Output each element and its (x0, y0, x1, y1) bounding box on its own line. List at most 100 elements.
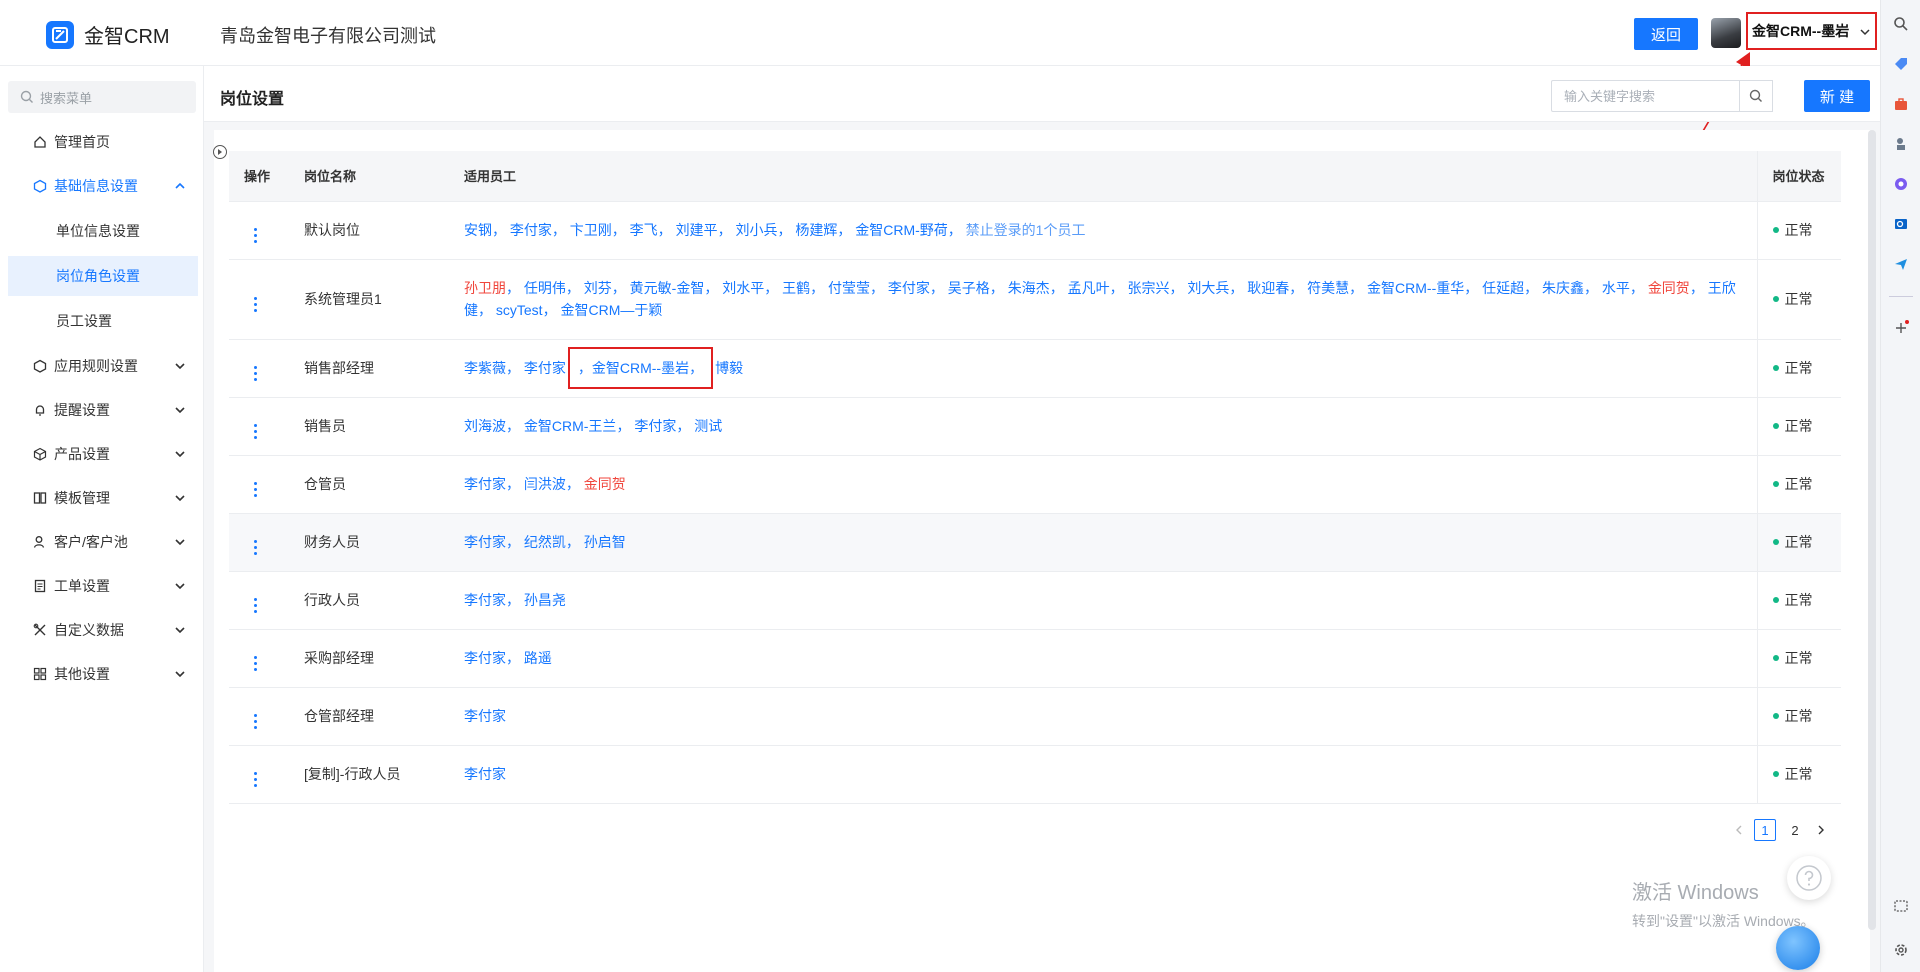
employee-link[interactable]: 刘芬 (584, 280, 612, 296)
disabled-employees-link[interactable]: 禁止登录的1个员工 (966, 222, 1086, 238)
employee-link[interactable]: 李付家 (464, 476, 506, 492)
employee-link[interactable]: 朱庆鑫 (1542, 280, 1584, 296)
employee-link[interactable]: 李付家 (888, 280, 930, 296)
employee-link[interactable]: 李付家 (464, 534, 506, 550)
chat-assistant-button[interactable] (1776, 926, 1820, 970)
send-icon[interactable] (1891, 254, 1911, 274)
employee-link[interactable]: 李付家 (524, 360, 566, 376)
employee-link[interactable]: 刘建平 (676, 222, 718, 238)
sidebar-item-other[interactable]: 其他设置 (8, 655, 198, 693)
keyword-search-input[interactable] (1551, 80, 1739, 112)
employee-link[interactable]: 任明伟 (524, 280, 566, 296)
pager-prev-button[interactable] (1732, 820, 1746, 840)
row-actions-icon[interactable] (254, 365, 257, 381)
employee-link[interactable]: 李付家 (464, 650, 506, 666)
employee-link[interactable]: 张宗兴 (1127, 280, 1169, 296)
employee-link[interactable]: 李飞 (630, 222, 658, 238)
sidebar-item-customer[interactable]: 客户/客户池 (8, 523, 198, 561)
employee-link[interactable]: 李付家 (464, 592, 506, 608)
user-menu[interactable]: 金智CRM--墨岩 (1746, 12, 1877, 50)
employee-link[interactable]: 付莹莹 (828, 280, 870, 296)
sidebar-item-template[interactable]: 模板管理 (8, 479, 198, 517)
sidebar-item-product[interactable]: 产品设置 (8, 435, 198, 473)
employee-link[interactable]: 金智CRM-野荷 (855, 222, 948, 238)
pager-page-2[interactable]: 2 (1784, 819, 1806, 841)
employee-link[interactable]: 金智CRM--重华 (1367, 280, 1464, 296)
employee-link[interactable]: 李紫薇 (464, 360, 506, 376)
employee-link[interactable]: 金智CRM—于颖 (560, 302, 662, 318)
employee-link[interactable]: 孙昌尧 (524, 592, 566, 608)
search-icon[interactable] (1891, 14, 1911, 34)
employee-link[interactable]: 朱海杰 (1008, 280, 1050, 296)
row-actions-icon[interactable] (254, 296, 257, 312)
employee-link[interactable]: 刘水平 (722, 280, 764, 296)
employee-link[interactable]: 李付家 (464, 708, 506, 724)
employee-link[interactable]: 博毅 (715, 360, 743, 376)
employee-link[interactable]: 耿迎春 (1247, 280, 1289, 296)
pager-page-1[interactable]: 1 (1754, 819, 1776, 841)
employee-link[interactable]: 任延超 (1482, 280, 1524, 296)
search-button[interactable] (1739, 80, 1773, 112)
employee-link[interactable]: 李付家 (464, 766, 506, 782)
employee-link[interactable]: 金同贺 (1648, 280, 1690, 296)
brand-logo[interactable]: 金智CRM (46, 20, 170, 49)
sidebar-subitem-unit-info[interactable]: 单位信息设置 (8, 211, 198, 251)
sidebar-item-custom-data[interactable]: 自定义数据 (8, 611, 198, 649)
row-actions-icon[interactable] (254, 481, 257, 497)
settings-gear-icon[interactable] (1891, 940, 1911, 960)
employee-link[interactable]: 孟凡叶 (1068, 280, 1110, 296)
pager-next-button[interactable] (1814, 820, 1828, 840)
employee-link[interactable]: 王鹤 (782, 280, 810, 296)
sidebar-item-app-rules[interactable]: 应用规则设置 (8, 347, 198, 385)
employee-link[interactable]: 纪然凯 (524, 534, 566, 550)
sidebar-subitem-position-role[interactable]: 岗位角色设置 (8, 256, 198, 296)
row-actions-icon[interactable] (254, 713, 257, 729)
chess-icon[interactable] (1891, 134, 1911, 154)
employee-link[interactable]: 刘大兵 (1187, 280, 1229, 296)
new-position-button[interactable]: 新 建 (1804, 80, 1870, 112)
employee-link[interactable]: 卞卫刚 (570, 222, 612, 238)
row-actions-icon[interactable] (254, 539, 257, 555)
employee-link[interactable]: 黄元敏-金智 (630, 280, 705, 296)
employee-link[interactable]: 符美慧 (1307, 280, 1349, 296)
sidebar-subitem-employee[interactable]: 员工设置 (8, 301, 198, 341)
tag-icon[interactable] (1891, 54, 1911, 74)
briefcase-icon[interactable] (1891, 94, 1911, 114)
employee-link[interactable]: 金智CRM-王兰 (524, 418, 617, 434)
copilot-icon[interactable] (1891, 174, 1911, 194)
employee-link[interactable]: scyTest (496, 302, 543, 318)
row-actions-icon[interactable] (254, 423, 257, 439)
employee-link[interactable]: 孙启智 (584, 534, 626, 550)
scrollbar[interactable] (1868, 130, 1876, 930)
sidebar-item-reminder[interactable]: 提醒设置 (8, 391, 198, 429)
employee-link[interactable]: 水平 (1602, 280, 1630, 296)
employee-link[interactable]: 测试 (694, 418, 722, 434)
column-toggle-icon[interactable] (213, 145, 227, 159)
row-actions-icon[interactable] (254, 771, 257, 787)
sidebar-item-basic-info[interactable]: 基础信息设置 (8, 167, 198, 205)
row-actions-icon[interactable] (254, 655, 257, 671)
employee-link[interactable]: 孙卫朋 (464, 280, 506, 296)
back-button[interactable]: 返回 (1634, 18, 1698, 50)
employee-link[interactable]: 杨建辉 (795, 222, 837, 238)
row-actions-icon[interactable] (254, 227, 257, 243)
employee-link[interactable]: 金智CRM--墨岩 (592, 360, 689, 376)
employee-link[interactable]: 李付家 (510, 222, 552, 238)
add-icon[interactable] (1891, 318, 1911, 338)
sidebar-item-workorder[interactable]: 工单设置 (8, 567, 198, 605)
employee-link[interactable]: 闫洪波 (524, 476, 566, 492)
employee-link[interactable]: 金同贺 (584, 476, 626, 492)
help-button[interactable] (1787, 856, 1831, 900)
employee-link[interactable]: 安钢 (464, 222, 492, 238)
employee-link[interactable]: 吴子格 (948, 280, 990, 296)
menu-search[interactable]: 搜索菜单 (8, 81, 196, 113)
employee-link[interactable]: 李付家 (634, 418, 676, 434)
sidebar-item-home[interactable]: 管理首页 (8, 123, 198, 161)
employee-link[interactable]: 刘海波 (464, 418, 506, 434)
row-actions-icon[interactable] (254, 597, 257, 613)
outlook-icon[interactable] (1891, 214, 1911, 234)
employee-link[interactable]: 刘小兵 (735, 222, 777, 238)
avatar[interactable] (1711, 18, 1741, 48)
screenshot-icon[interactable] (1891, 896, 1911, 916)
employee-link[interactable]: 路遥 (524, 650, 552, 666)
